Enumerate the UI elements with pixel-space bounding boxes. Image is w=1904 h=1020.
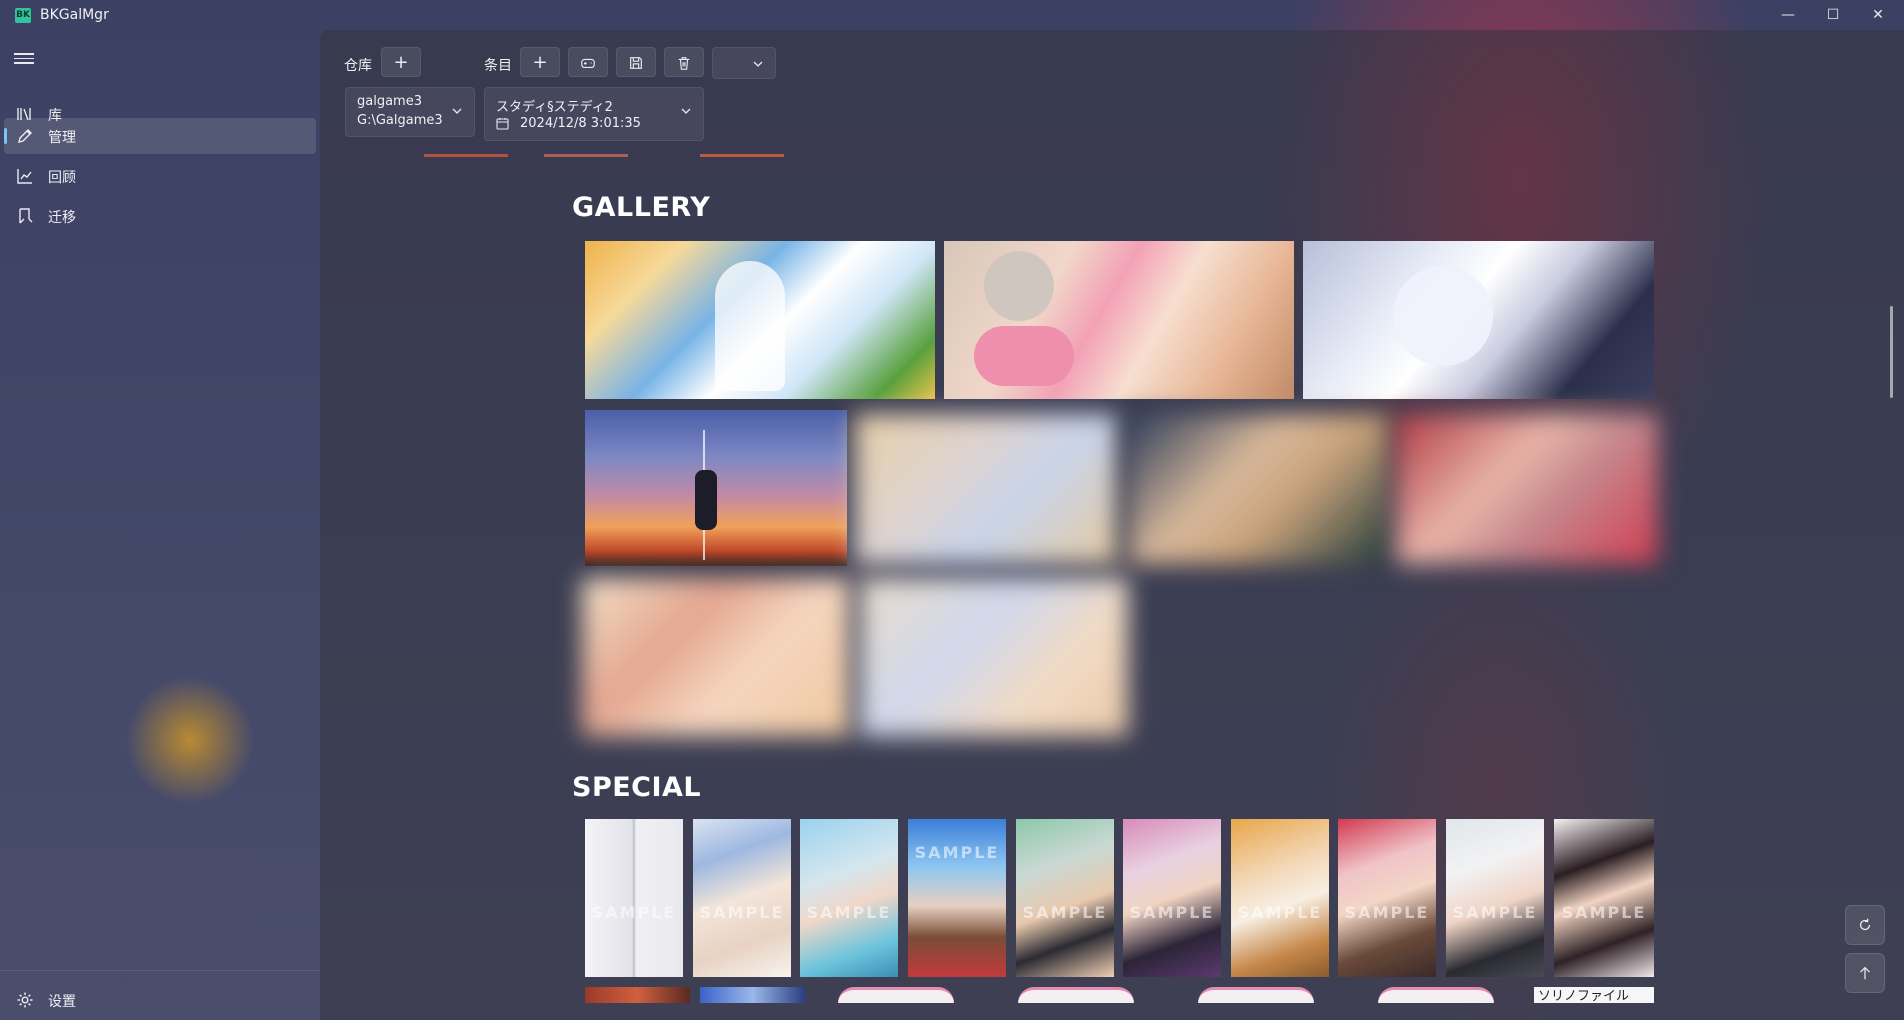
app-logo-icon: BK <box>15 8 31 23</box>
gallery-image-blurred[interactable] <box>860 578 1128 736</box>
chevron-down-icon <box>753 61 763 67</box>
next-row-thumbnail[interactable] <box>1378 987 1494 1003</box>
gallery-image-blurred[interactable] <box>855 414 1117 564</box>
add-repo-button[interactable]: + <box>381 47 421 77</box>
close-button[interactable]: ✕ <box>1856 0 1900 30</box>
gallery-image[interactable] <box>1303 241 1654 399</box>
special-image[interactable]: SAMPLE <box>1446 819 1544 977</box>
sample-watermark: SAMPLE <box>1237 903 1323 922</box>
arrow-up-icon <box>1860 966 1870 980</box>
sidebar-item-settings[interactable]: 设置 <box>4 982 316 1018</box>
special-image[interactable]: SAMPLE <box>1231 819 1329 977</box>
edit-icon <box>18 129 32 143</box>
item-label: 条目 <box>484 58 512 74</box>
special-image[interactable]: SAMPLE <box>1338 819 1436 977</box>
gallery-image[interactable] <box>585 410 847 566</box>
sample-watermark: SAMPLE <box>1129 903 1215 922</box>
special-title: SPECIAL <box>572 772 702 803</box>
scroll-to-top-button[interactable] <box>1845 953 1885 993</box>
character-figure <box>974 326 1074 386</box>
repo-label: 仓库 <box>344 58 372 74</box>
save-icon <box>630 57 642 69</box>
sample-watermark: SAMPLE <box>591 903 677 922</box>
minimize-button[interactable]: — <box>1766 0 1810 30</box>
sidebar: 库 管理 回顾 迁移 设置 <box>0 30 320 1020</box>
next-row-thumbnail[interactable] <box>700 987 805 1003</box>
more-dropdown[interactable] <box>712 47 776 79</box>
gallery-title: GALLERY <box>572 192 711 223</box>
gallery-image-blurred[interactable] <box>582 578 850 736</box>
special-image[interactable]: SAMPLE <box>908 819 1006 977</box>
next-row-thumbnail[interactable] <box>585 987 690 1003</box>
repository-select[interactable]: galgame3 G:\Galgame3 <box>345 87 475 137</box>
character-figure <box>984 251 1054 321</box>
sample-watermark: SAMPLE <box>806 903 892 922</box>
sidebar-item-label: 设置 <box>48 994 76 1010</box>
sidebar-item-label: 管理 <box>48 130 76 146</box>
next-row-thumbnail[interactable]: ソリノファイル <box>1534 987 1654 1003</box>
sidebar-item-manage[interactable]: 管理 <box>4 118 316 154</box>
chart-icon <box>17 169 32 184</box>
repository-path: G:\Galgame3 <box>357 113 443 128</box>
repository-name: galgame3 <box>357 94 422 109</box>
character-figure <box>695 470 717 530</box>
special-image[interactable]: SAMPLE <box>1554 819 1654 977</box>
previous-thumbnail[interactable] <box>424 154 508 157</box>
scrollbar-thumb[interactable] <box>1890 306 1893 398</box>
launch-game-button[interactable] <box>568 47 608 77</box>
sample-watermark: SAMPLE <box>1344 903 1430 922</box>
character-figure <box>1393 266 1493 366</box>
add-item-button[interactable]: + <box>520 47 560 77</box>
chevron-down-icon <box>452 108 462 114</box>
next-row-thumbnail[interactable] <box>838 987 954 1003</box>
save-button[interactable] <box>616 47 656 77</box>
sample-watermark: SAMPLE <box>1022 903 1108 922</box>
gallery-image[interactable] <box>944 241 1294 399</box>
hamburger-menu-icon[interactable] <box>14 50 34 66</box>
gallery-image-blurred[interactable] <box>1128 414 1390 564</box>
sidebar-item-label: 回顾 <box>48 170 76 186</box>
special-image[interactable]: SAMPLE <box>693 819 791 977</box>
special-image[interactable]: SAMPLE <box>800 819 898 977</box>
game-date: 2024/12/8 3:01:35 <box>520 116 641 131</box>
sidebar-divider <box>0 970 320 971</box>
sidebar-item-label: 迁移 <box>48 210 76 226</box>
refresh-icon <box>1859 918 1871 931</box>
sample-watermark: SAMPLE <box>1561 903 1647 922</box>
sample-watermark: SAMPLE <box>699 903 785 922</box>
character-figure <box>715 261 785 391</box>
sidebar-item-review[interactable]: 回顾 <box>4 158 316 194</box>
game-item-select[interactable]: スタディ§ステディ2 2024/12/8 3:01:35 <box>484 87 704 141</box>
calendar-clock-icon <box>496 118 509 130</box>
previous-thumbnail[interactable] <box>700 154 784 157</box>
previous-thumbnail[interactable] <box>544 154 628 157</box>
main-content: 仓库 + 条目 + galgame3 G:\Galgame3 スタディ§ステディ… <box>320 30 1904 1020</box>
delete-button[interactable] <box>664 47 704 77</box>
gamepad-icon <box>581 58 595 69</box>
special-image[interactable]: SAMPLE <box>1016 819 1114 977</box>
chevron-down-icon <box>681 108 691 114</box>
special-image[interactable]: SAMPLE <box>585 819 683 977</box>
refresh-button[interactable] <box>1845 905 1885 945</box>
migrate-icon <box>19 208 33 224</box>
next-row-thumbnail[interactable] <box>1198 987 1314 1003</box>
sidebar-item-migrate[interactable]: 迁移 <box>4 198 316 234</box>
game-title: スタディ§ステディ2 <box>496 100 613 115</box>
special-image[interactable]: SAMPLE <box>1123 819 1221 977</box>
gallery-image-blurred[interactable] <box>1396 414 1658 564</box>
app-title: BKGalMgr <box>40 7 109 23</box>
next-row-thumbnail[interactable] <box>1018 987 1134 1003</box>
title-bar: BK BKGalMgr — ☐ ✕ <box>0 0 1904 30</box>
trash-icon <box>678 57 690 70</box>
thumbnail-caption: ソリノファイル <box>1538 989 1630 1003</box>
sample-watermark: SAMPLE <box>914 843 1000 862</box>
sample-watermark: SAMPLE <box>1452 903 1538 922</box>
gallery-image[interactable] <box>585 241 935 399</box>
active-indicator <box>4 128 7 144</box>
maximize-button[interactable]: ☐ <box>1811 0 1855 30</box>
gear-icon <box>17 992 33 1008</box>
